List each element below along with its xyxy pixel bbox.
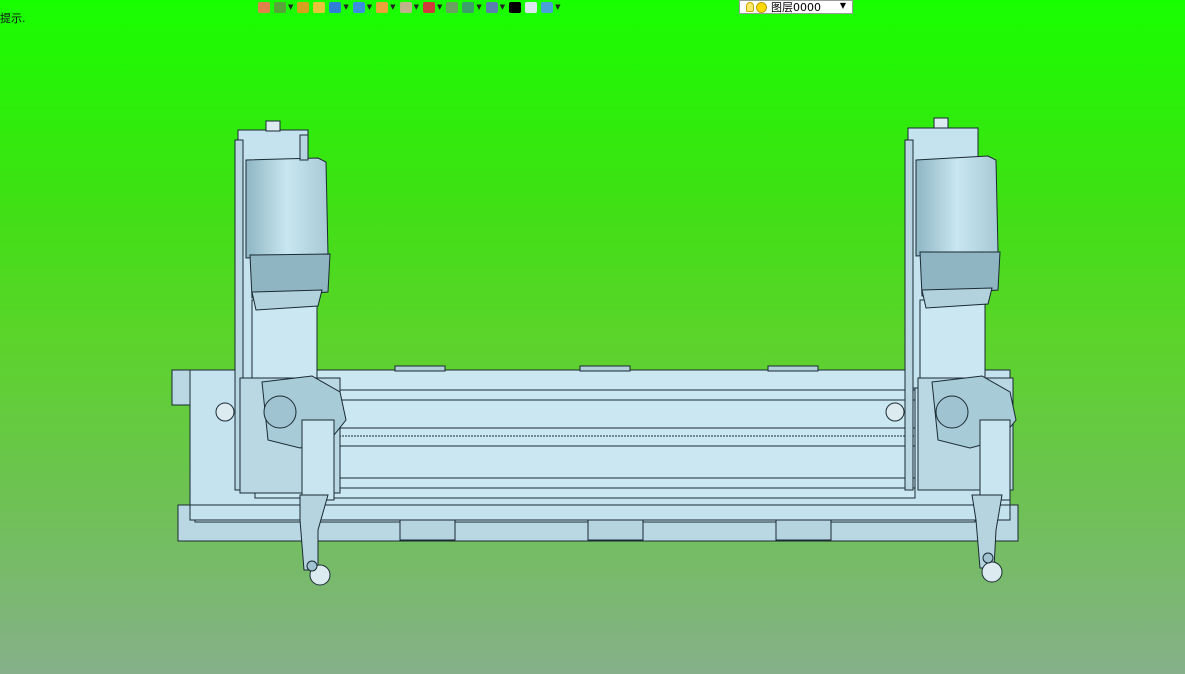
cad-model[interactable]	[171, 117, 1019, 586]
model-viewport[interactable]	[0, 0, 1185, 674]
main-beam	[254, 365, 916, 499]
